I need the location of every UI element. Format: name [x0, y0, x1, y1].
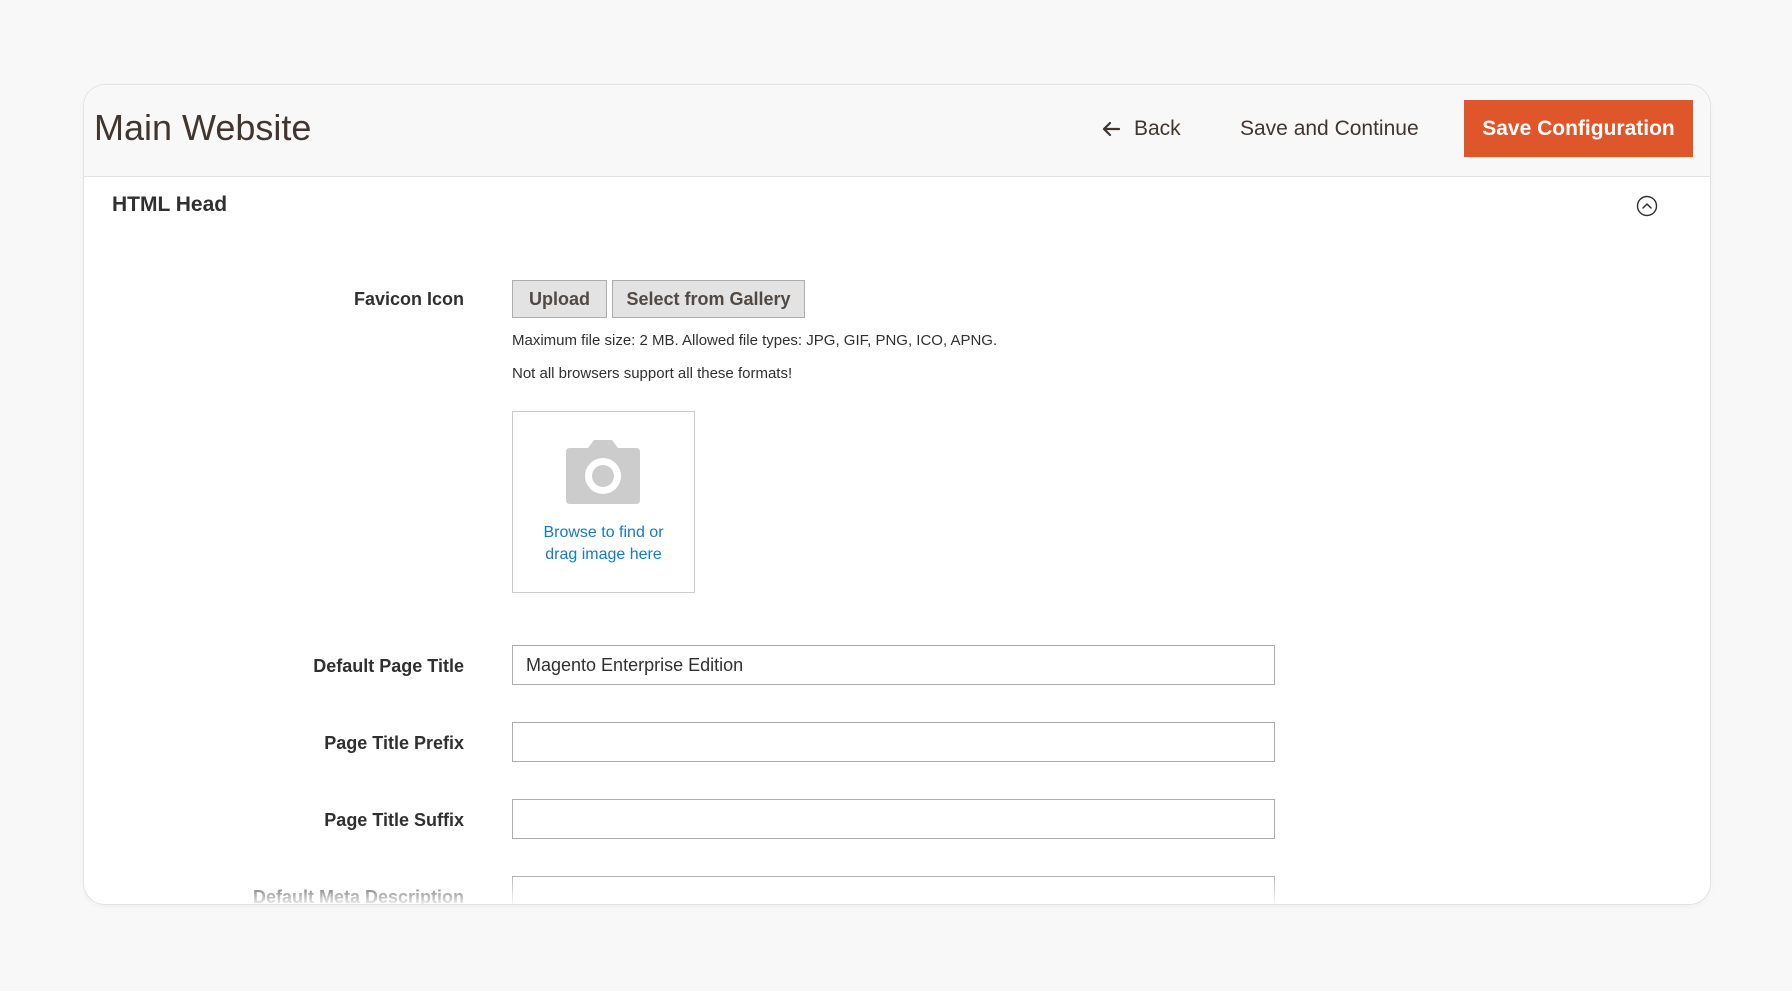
- upload-button[interactable]: Upload: [512, 280, 607, 318]
- default-page-title-input[interactable]: [512, 645, 1275, 685]
- dropzone-text[interactable]: Browse to find or drag image here: [513, 522, 694, 566]
- chevron-up-circle-icon[interactable]: [1636, 195, 1658, 217]
- back-button-label: Back: [1134, 117, 1181, 140]
- save-and-continue-button[interactable]: Save and Continue: [1240, 109, 1419, 149]
- file-size-note: Maximum file size: 2 MB. Allowed file ty…: [512, 332, 998, 349]
- browser-support-note: Not all browsers support all these forma…: [512, 365, 793, 382]
- page-title-suffix-input[interactable]: [512, 799, 1275, 839]
- arrow-left-icon: [1102, 121, 1121, 137]
- page-title-prefix-input[interactable]: [512, 722, 1275, 762]
- page-title-prefix-label: Page Title Prefix: [324, 733, 464, 753]
- select-from-gallery-button[interactable]: Select from Gallery: [612, 280, 805, 318]
- section-title[interactable]: HTML Head: [112, 193, 227, 217]
- dropzone-line-2: drag image here: [545, 546, 662, 563]
- favicon-icon-label: Favicon Icon: [353, 289, 464, 309]
- camera-icon: [566, 440, 640, 504]
- default-page-title-label: Default Page Title: [313, 656, 464, 676]
- page-header: Main Website Back Save and Continue Save…: [84, 85, 1710, 177]
- image-dropzone[interactable]: Browse to find or drag image here: [512, 411, 695, 593]
- page-title-suffix-label: Page Title Suffix: [324, 810, 464, 830]
- page-title: Main Website: [94, 107, 312, 148]
- back-button[interactable]: Back: [1100, 109, 1181, 149]
- config-panel: Main Website Back Save and Continue Save…: [83, 84, 1711, 905]
- save-configuration-button[interactable]: Save Configuration: [1464, 100, 1693, 157]
- default-meta-description-input[interactable]: [512, 876, 1275, 904]
- default-meta-description-label: Default Meta Description: [252, 887, 464, 905]
- dropzone-line-1: Browse to find or: [543, 524, 664, 541]
